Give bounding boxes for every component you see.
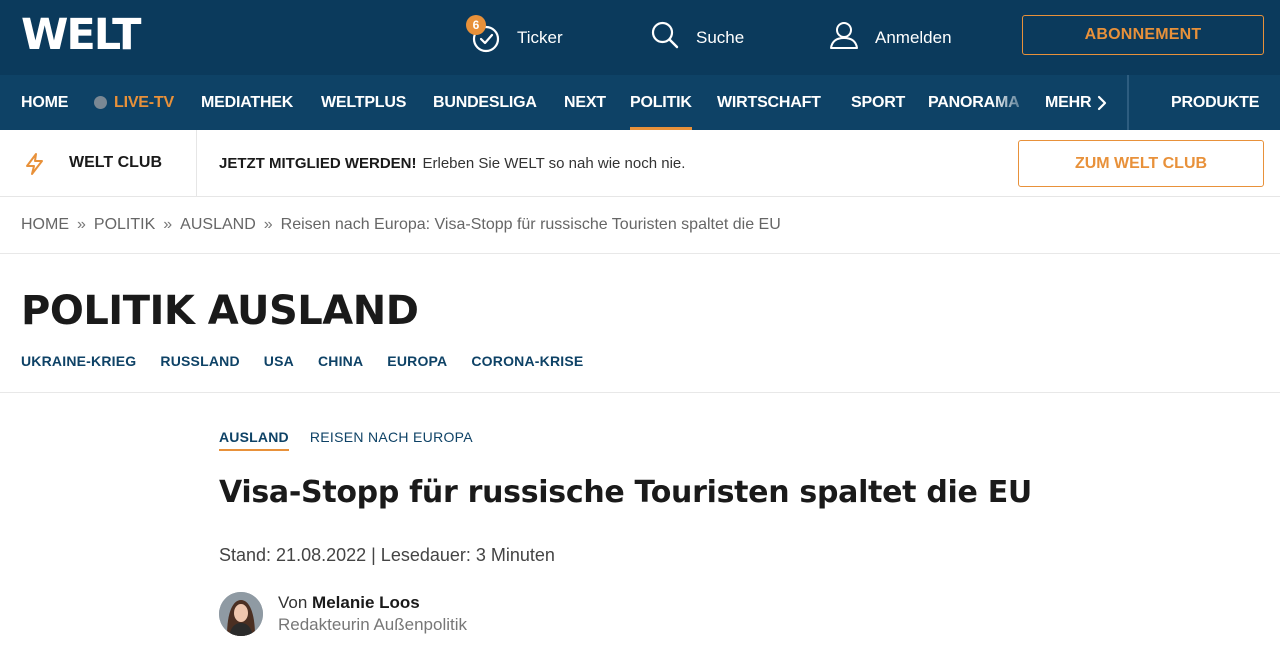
author-prefix: Von <box>278 593 308 612</box>
club-button[interactable]: ZUM WELT CLUB <box>1018 140 1264 187</box>
article-topic-row: AUSLAND REISEN NACH EUROPA <box>219 429 473 451</box>
search-label: Suche <box>696 27 745 47</box>
clock-icon: 6 <box>466 14 501 53</box>
nav-politik[interactable]: POLITIK <box>630 75 692 130</box>
section-title[interactable]: POLITIK AUSLAND <box>21 288 419 334</box>
breadcrumb-separator: » <box>77 216 86 233</box>
author-line: Von Melanie Loos <box>278 593 467 613</box>
user-icon <box>829 20 859 55</box>
breadcrumb-current: Reisen nach Europa: Visa-Stopp für russi… <box>280 216 781 233</box>
article-topic[interactable]: AUSLAND <box>219 429 289 451</box>
article-meta: Stand: 21.08.2022 | Lesedauer: 3 Minuten <box>219 545 555 565</box>
section-header: POLITIK AUSLAND UKRAINE-KRIEG RUSSLAND U… <box>0 254 1280 393</box>
nav-weltplus[interactable]: WELTPLUS <box>321 75 406 130</box>
subnav-ukraine-krieg[interactable]: UKRAINE-KRIEG <box>21 353 136 369</box>
ticker-button[interactable]: 6 Ticker <box>466 0 563 75</box>
article-subtopic: REISEN NACH EUROPA <box>309 429 473 445</box>
nav-bundesliga[interactable]: BUNDESLIGA <box>433 75 537 130</box>
subnav-china[interactable]: CHINA <box>318 353 363 369</box>
breadcrumb-separator: » <box>163 216 173 233</box>
search-button[interactable]: Suche <box>650 0 744 75</box>
author-avatar[interactable] <box>219 592 263 636</box>
club-promo: JETZT MITGLIED WERDEN! Erleben Sie WELT … <box>219 130 685 196</box>
top-header: WELT 6 Ticker Suche Anmelden ABONNEMENT <box>0 0 1280 75</box>
ticker-label: Ticker <box>517 27 563 47</box>
nav-mehr-label: MEHR <box>1045 93 1092 111</box>
nav-produkte[interactable]: PRODUKTE <box>1171 75 1259 130</box>
nav-panorama[interactable]: PANORAMA <box>928 75 1020 130</box>
nav-live-tv[interactable]: LIVE-TV <box>94 75 174 130</box>
chevron-right-icon <box>1097 95 1107 111</box>
subscribe-button[interactable]: ABONNEMENT <box>1022 15 1264 55</box>
author-block: Von Melanie Loos Redakteurin Außenpoliti… <box>219 592 467 636</box>
section-subnav: UKRAINE-KRIEG RUSSLAND USA CHINA EUROPA … <box>21 353 607 369</box>
breadcrumb-ausland[interactable]: AUSLAND <box>180 216 256 234</box>
breadcrumb-politik[interactable]: POLITIK <box>94 216 155 234</box>
club-label: WELT CLUB <box>69 154 163 171</box>
main-nav: HOME LIVE-TV MEDIATHEK WELTPLUS BUNDESLI… <box>0 75 1280 130</box>
nav-divider <box>1127 75 1129 130</box>
ticker-badge: 6 <box>466 14 486 35</box>
club-divider <box>196 130 197 196</box>
nav-mehr[interactable]: MEHR <box>1045 75 1107 130</box>
club-cta-bold: JETZT MITGLIED WERDEN! <box>219 154 417 172</box>
subnav-europa[interactable]: EUROPA <box>387 353 447 369</box>
author-info: Von Melanie Loos Redakteurin Außenpoliti… <box>278 593 467 635</box>
nav-mediathek[interactable]: MEDIATHEK <box>201 75 293 130</box>
login-label: Anmelden <box>875 27 952 47</box>
lightning-icon <box>24 152 46 181</box>
nav-next[interactable]: NEXT <box>564 75 606 130</box>
author-role: Redakteurin Außenpolitik <box>278 615 468 634</box>
nav-sport[interactable]: SPORT <box>851 75 905 130</box>
subnav-russland[interactable]: RUSSLAND <box>160 353 239 369</box>
article: AUSLAND REISEN NACH EUROPA Visa-Stopp fü… <box>0 393 1280 652</box>
subnav-corona-krise[interactable]: CORONA-KRISE <box>471 353 583 369</box>
club-bar: WELT CLUB JETZT MITGLIED WERDEN! Erleben… <box>0 130 1280 197</box>
login-button[interactable]: Anmelden <box>829 0 952 75</box>
nav-live-tv-label: LIVE-TV <box>114 93 174 111</box>
article-headline: Visa-Stopp für russische Touristen spalt… <box>219 475 1032 510</box>
author-name[interactable]: Melanie Loos <box>312 593 420 612</box>
breadcrumb: HOME » POLITIK » AUSLAND » Reisen nach E… <box>0 197 1280 254</box>
welt-logo[interactable]: WELT <box>21 13 141 57</box>
nav-home[interactable]: HOME <box>21 75 68 130</box>
live-dot-icon <box>94 96 107 109</box>
subnav-usa[interactable]: USA <box>264 353 294 369</box>
nav-wirtschaft[interactable]: WIRTSCHAFT <box>717 75 821 130</box>
club-cta-text: Erleben Sie WELT so nah wie noch nie. <box>422 154 686 172</box>
breadcrumb-home[interactable]: HOME <box>21 216 69 234</box>
search-icon <box>650 20 680 55</box>
breadcrumb-separator: » <box>263 216 273 233</box>
